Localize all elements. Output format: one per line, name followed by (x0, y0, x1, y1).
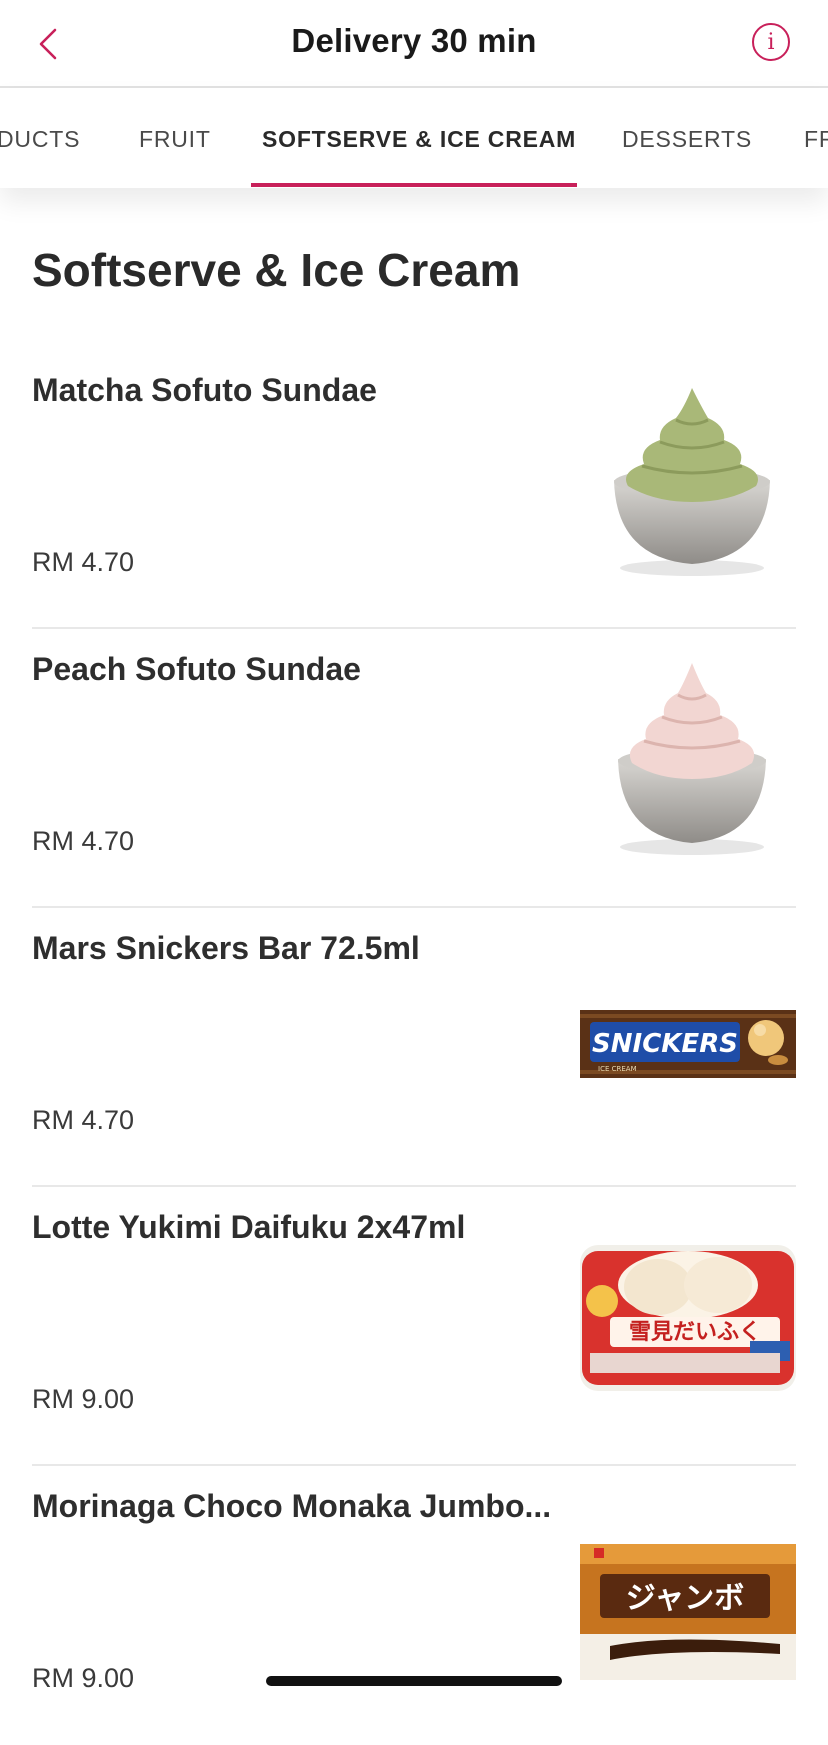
snickers-subtext: ICE CREAM (598, 1065, 637, 1073)
category-tabs: DUCTS FRUIT SOFTSERVE & ICE CREAM DESSER… (0, 88, 828, 188)
product-name: Morinaga Choco Monaka Jumbo... (32, 1488, 552, 1524)
snickers-logo-text: SNICKERS (592, 1029, 738, 1059)
product-item[interactable]: Morinaga Choco Monaka Jumbo... RM 9.00 ジ… (32, 1466, 796, 1745)
info-icon: i (767, 29, 775, 55)
choco-monaka-image: ジャンボ (580, 1544, 796, 1680)
product-item[interactable]: Mars Snickers Bar 72.5ml RM 4.70 SNICKER… (32, 908, 796, 1187)
tab-desserts[interactable]: DESSERTS (622, 88, 752, 188)
active-tab-indicator (251, 183, 577, 187)
home-indicator (266, 1676, 562, 1686)
tab-softserve-ice-cream[interactable]: SOFTSERVE & ICE CREAM (262, 88, 576, 188)
product-item[interactable]: Peach Sofuto Sundae RM 4.70 (32, 629, 796, 908)
product-item[interactable]: Matcha Sofuto Sundae RM 4.70 (32, 350, 796, 629)
snickers-bar-image: SNICKERS ICE CREAM (580, 1010, 796, 1078)
yukimi-logo-text: 雪見だいふく (629, 1320, 761, 1345)
tab-fr[interactable]: FR (804, 88, 828, 188)
product-price: RM 4.70 (32, 547, 135, 577)
product-name: Mars Snickers Bar 72.5ml (32, 930, 420, 966)
product-item[interactable]: Lotte Yukimi Daifuku 2x47ml RM 9.00 雪見だい… (32, 1187, 796, 1466)
monaka-logo-text: ジャンボ (626, 1581, 745, 1616)
top-bar: Delivery 30 min i (0, 0, 828, 88)
product-price: RM 4.70 (32, 826, 135, 856)
section-title: Softserve & Ice Cream (32, 244, 521, 296)
product-name: Matcha Sofuto Sundae (32, 372, 377, 408)
product-price: RM 9.00 (32, 1384, 135, 1414)
product-name: Peach Sofuto Sundae (32, 651, 361, 687)
info-button[interactable]: i (752, 23, 790, 61)
yukimi-daifuku-image: 雪見だいふく (580, 1245, 796, 1391)
tab-products[interactable]: DUCTS (0, 88, 80, 188)
product-name: Lotte Yukimi Daifuku 2x47ml (32, 1209, 466, 1245)
peach-softserve-image (618, 663, 766, 855)
product-price: RM 4.70 (32, 1105, 135, 1135)
page-title: Delivery 30 min (291, 22, 537, 59)
matcha-softserve-image (614, 388, 770, 576)
tab-fruit[interactable]: FRUIT (139, 88, 211, 188)
product-price: RM 9.00 (32, 1663, 135, 1693)
